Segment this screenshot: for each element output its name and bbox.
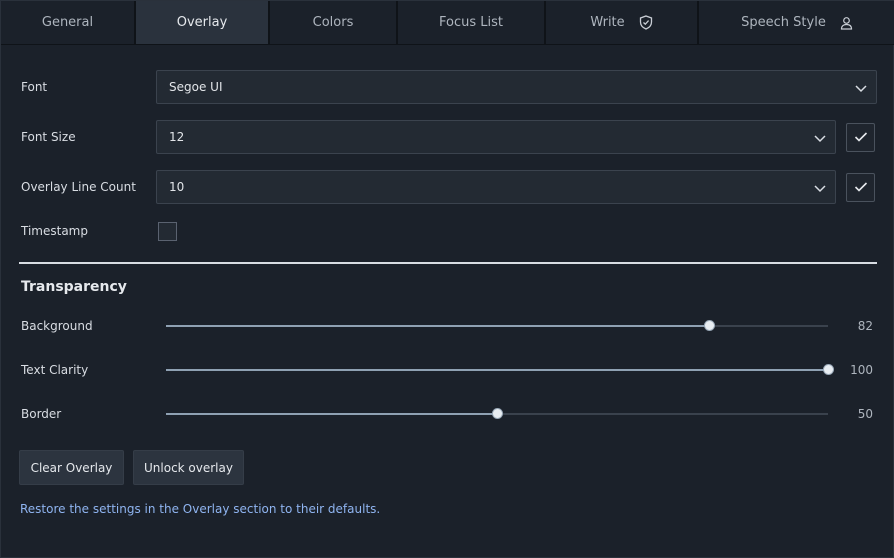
line-count-apply-button[interactable] [846, 173, 875, 202]
text-clarity-value: 100 [850, 363, 873, 377]
background-label: Background [21, 319, 93, 333]
shield-check-icon [639, 15, 653, 30]
clear-overlay-button[interactable]: Clear Overlay [19, 450, 124, 485]
background-value: 82 [857, 319, 873, 333]
slider-thumb[interactable] [703, 320, 715, 331]
slider-thumb[interactable] [492, 408, 503, 419]
slider-fill [166, 413, 497, 415]
border-value: 50 [857, 407, 873, 421]
tab-label: Focus List [439, 15, 503, 30]
text-clarity-slider[interactable] [166, 364, 834, 376]
border-label: Border [21, 407, 62, 421]
tab-speech-style[interactable]: Speech Style [699, 1, 894, 44]
restore-defaults-link[interactable]: Restore the settings in the Overlay sect… [20, 502, 380, 516]
font-select-value: Segoe UI [169, 80, 223, 94]
tab-write[interactable]: Write [546, 1, 699, 44]
tab-label: Overlay [176, 15, 228, 30]
text-clarity-label: Text Clarity [21, 363, 89, 377]
background-slider[interactable] [166, 320, 828, 332]
tab-overlay[interactable]: Overlay [136, 1, 270, 44]
slider-thumb[interactable] [823, 364, 834, 375]
font-size-select-value: 12 [169, 130, 185, 144]
timestamp-label: Timestamp [21, 224, 88, 238]
font-size-apply-button[interactable] [846, 123, 875, 152]
font-select[interactable]: Segoe UI [156, 70, 877, 104]
border-slider[interactable] [166, 408, 828, 420]
font-size-label: Font Size [21, 130, 76, 144]
tab-label: Write [590, 15, 625, 30]
chevron-down-icon [854, 81, 868, 98]
font-label: Font [21, 80, 48, 94]
line-count-select[interactable]: 10 [156, 170, 836, 204]
tab-colors[interactable]: Colors [270, 1, 398, 44]
line-count-select-value: 10 [169, 180, 185, 194]
settings-window: General Overlay Colors Focus List Write … [0, 0, 894, 558]
transparency-title: Transparency [21, 279, 127, 295]
timestamp-checkbox[interactable] [158, 222, 177, 241]
section-divider [19, 262, 877, 264]
line-count-label: Overlay Line Count [21, 180, 136, 194]
person-icon [840, 16, 853, 30]
slider-fill [166, 325, 709, 327]
tab-label: General [41, 15, 94, 30]
tab-general[interactable]: General [1, 1, 136, 44]
chevron-down-icon [813, 181, 827, 198]
unlock-overlay-button[interactable]: Unlock overlay [133, 450, 244, 485]
tab-label: Colors [312, 15, 354, 30]
checkmark-icon [854, 128, 868, 147]
tab-bar: General Overlay Colors Focus List Write … [1, 1, 894, 45]
font-size-select[interactable]: 12 [156, 120, 836, 154]
slider-fill [166, 369, 828, 371]
checkmark-icon [854, 178, 868, 197]
chevron-down-icon [813, 131, 827, 148]
tab-label: Speech Style [741, 15, 826, 30]
tab-focus-list[interactable]: Focus List [398, 1, 546, 44]
